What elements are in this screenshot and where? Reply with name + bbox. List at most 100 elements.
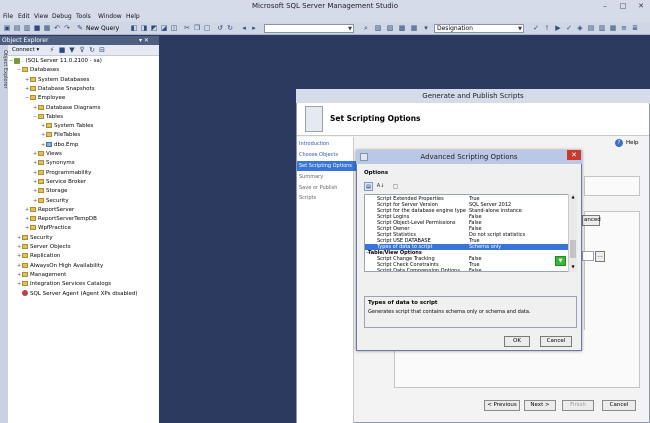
mdx-query-icon[interactable]: ◩	[150, 24, 158, 32]
add-item-icon[interactable]: ▤	[13, 24, 21, 32]
tree-node[interactable]: + Service Broker	[33, 178, 86, 187]
menu-help[interactable]: Help	[126, 12, 140, 22]
toolbar-redo-icon[interactable]: ↻	[226, 24, 234, 32]
previous-button[interactable]: < Previous	[484, 400, 520, 411]
save-all-icon[interactable]: ▦	[43, 24, 51, 32]
tree-node[interactable]: + Views	[33, 150, 62, 159]
ok-button[interactable]: OK	[504, 336, 530, 347]
scroll-up-icon[interactable]: ▲	[570, 194, 576, 200]
nav-set-scripting-options[interactable]: Set Scripting Options	[297, 161, 356, 171]
tree-node[interactable]: + Security	[33, 197, 69, 206]
menu-tools[interactable]: Tools	[76, 12, 91, 22]
tree-node[interactable]: + Database Diagrams	[33, 104, 100, 113]
template-explorer-icon[interactable]: ▩	[398, 24, 406, 32]
menu-edit[interactable]: Edit	[18, 12, 30, 22]
options-scrollbar[interactable]: ▲ ▼	[568, 194, 577, 272]
minimize-button[interactable]: –	[596, 0, 614, 12]
browse-button[interactable]: …	[595, 251, 605, 262]
scroll-down-icon[interactable]: ▼	[570, 264, 576, 270]
tree-node[interactable]: + Security	[17, 234, 53, 243]
finish-button[interactable]: Finish	[562, 400, 594, 411]
tree-node[interactable]: + ReportServer	[25, 206, 74, 215]
property-pages-icon[interactable]: ▢	[391, 182, 400, 191]
tree-node[interactable]: SQL Server Agent (Agent XPs disabled)	[17, 290, 138, 299]
help-icon[interactable]: ?	[615, 139, 623, 147]
solution-config-dropdown[interactable]: ▼	[264, 24, 354, 33]
tree-node[interactable]: + Programmability	[33, 169, 91, 178]
option-value[interactable]: False	[469, 268, 569, 271]
analysis-query-icon[interactable]: ◨	[140, 24, 148, 32]
tree-node[interactable]: + dbo.Emp	[41, 141, 78, 150]
stop-icon[interactable]: ▼	[68, 46, 76, 54]
tree-node[interactable]: + Database Snapshots	[25, 85, 95, 94]
xmla-query-icon[interactable]: ◫	[170, 24, 178, 32]
disconnect-icon[interactable]: ■	[58, 46, 66, 54]
tree-node[interactable]: + FileTables	[41, 131, 80, 140]
options-icon[interactable]: ▾	[422, 24, 430, 32]
menu-debug[interactable]: Debug	[52, 12, 72, 22]
tree-node[interactable]: + Synonyms	[33, 159, 75, 168]
tree-node[interactable]: + WpfPractice	[25, 224, 71, 233]
file-name-input[interactable]	[582, 251, 594, 261]
menu-view[interactable]: View	[34, 12, 48, 22]
tree-node[interactable]: + Replication	[17, 252, 60, 261]
display-plan-icon[interactable]: ◈	[576, 24, 584, 32]
database-engine-query-icon[interactable]: ◧	[130, 24, 138, 32]
panel-pin-close[interactable]: ▾ ✕	[139, 36, 159, 45]
save-icon[interactable]: ■	[33, 24, 41, 32]
tree-node[interactable]: − Employee	[25, 94, 65, 103]
object-explorer-icon[interactable]: ▨	[386, 24, 394, 32]
tree-node[interactable]: + Server Objects	[17, 243, 71, 252]
execute-icon[interactable]: !	[543, 24, 551, 32]
connect-button[interactable]: Connect ▾	[12, 46, 39, 55]
option-row[interactable]: Script Data Compression Options False	[365, 268, 570, 271]
open-file-icon[interactable]: ▥	[23, 24, 31, 32]
toolbox-icon[interactable]: ▦	[410, 24, 418, 32]
navigate-back-icon[interactable]: ◂	[240, 24, 248, 32]
cut-icon[interactable]: ✂	[183, 24, 191, 32]
tree-node[interactable]: + AlwaysOn High Availability	[17, 262, 103, 271]
results-text-icon[interactable]: ▥	[598, 24, 606, 32]
check-icon[interactable]: ✓	[532, 24, 540, 32]
connect-icon[interactable]: ⚡	[48, 46, 56, 54]
copy-icon[interactable]: ❐	[193, 24, 201, 32]
dmx-query-icon[interactable]: ◪	[160, 24, 168, 32]
debug-icon[interactable]: ▶	[554, 24, 562, 32]
menu-window[interactable]: Window	[98, 12, 122, 22]
wizard-cancel-button[interactable]: Cancel	[602, 400, 636, 411]
designation-dropdown[interactable]: Designation ▼	[434, 24, 524, 33]
find-icon[interactable]: ⌕	[362, 24, 370, 32]
paste-icon[interactable]: ▢	[203, 24, 211, 32]
close-window-button[interactable]: ✕	[632, 0, 650, 12]
next-button[interactable]: Next >	[524, 400, 556, 411]
tree-node[interactable]: + System Tables	[41, 122, 93, 131]
tree-node[interactable]: − Tables	[33, 113, 63, 122]
new-project-icon[interactable]: ▣	[3, 24, 11, 32]
value-dropdown-button[interactable]: ▼	[555, 256, 566, 266]
tree-node[interactable]: + ReportServerTempDB	[25, 215, 97, 224]
nav-save-publish[interactable]: Save or Publish Scripts	[297, 183, 356, 201]
nav-introduction[interactable]: Introduction	[297, 139, 356, 149]
dialog-cancel-button[interactable]: Cancel	[540, 336, 572, 347]
new-query-icon[interactable]: ✎	[76, 24, 84, 32]
menu-file[interactable]: File	[3, 12, 13, 22]
filter-icon[interactable]: ⊽	[78, 46, 86, 54]
maximize-button[interactable]: □	[614, 0, 632, 12]
redo-icon[interactable]: ↷	[63, 24, 71, 32]
parse-icon[interactable]: ✓	[565, 24, 573, 32]
tree-node[interactable]: − Databases	[17, 66, 59, 75]
tree-node[interactable]: + Management	[17, 271, 66, 280]
results-grid-icon[interactable]: ▦	[609, 24, 617, 32]
tree-node[interactable]: + System Databases	[25, 76, 89, 85]
navigate-forward-icon[interactable]: ▸	[250, 24, 258, 32]
help-link[interactable]: Help	[626, 139, 639, 147]
alphabetical-icon[interactable]: A↓	[376, 182, 385, 191]
toolbar-undo-icon[interactable]: ↺	[216, 24, 224, 32]
tree-node[interactable]: + Storage	[33, 187, 68, 196]
categorized-icon[interactable]: ▤	[364, 182, 373, 191]
nav-choose-objects[interactable]: Choose Objects	[297, 150, 356, 160]
tree-node[interactable]: −. (SQL Server 11.0.2100 - sa)	[9, 57, 102, 66]
refresh-icon[interactable]: ↻	[88, 46, 96, 54]
advanced-button[interactable]: anced	[582, 215, 601, 226]
tree-node[interactable]: + Integration Services Catalogs	[17, 280, 111, 289]
